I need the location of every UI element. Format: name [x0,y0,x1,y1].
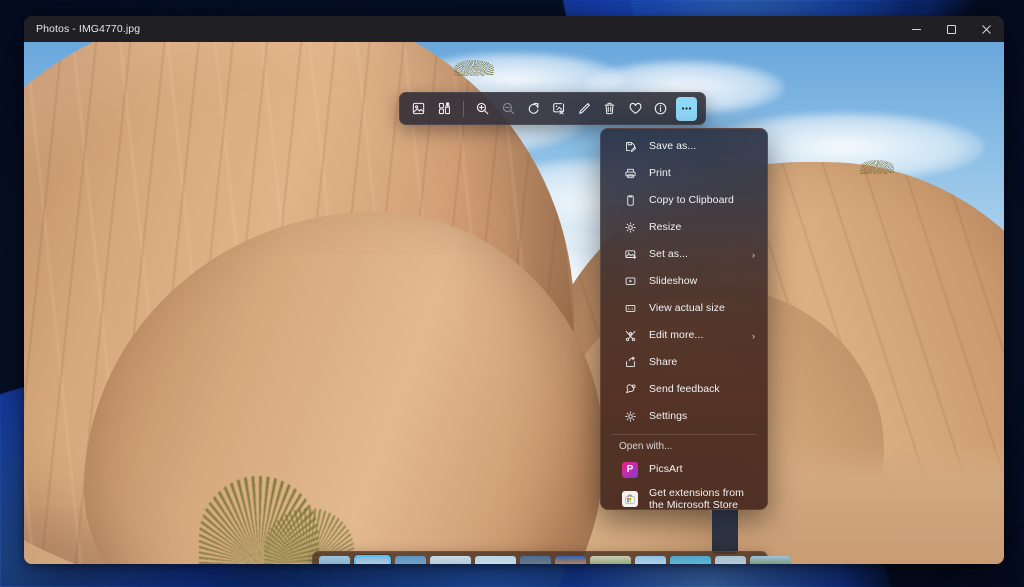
menu-item-label: PicsArt [649,463,683,476]
thumb-beach-sky[interactable] [715,556,746,564]
menu-item-send-feedback[interactable]: Send feedback [604,376,764,403]
thumb-green-cactus[interactable] [590,556,631,564]
menu-item-label: Slideshow [649,275,697,288]
more-options-menu: Save as... Print [600,128,768,510]
crop-icon[interactable] [548,97,569,121]
menu-item-label: Resize [649,221,681,234]
menu-item-settings[interactable]: Settings [604,403,764,430]
menu-item-set-as[interactable]: Set as... › [604,241,764,268]
thumb-sand-dune[interactable] [635,556,666,564]
actual-size-icon: 1:1 [622,301,638,317]
menu-item-label: Edit more... [649,329,703,342]
thumb-sunset-water[interactable] [520,556,551,564]
window-controls [899,16,1004,42]
svg-text:1:1: 1:1 [627,306,633,311]
pencil-icon[interactable] [574,97,595,121]
menu-item-get-extensions[interactable]: Get extensions from the Microsoft Store [604,483,764,510]
trash-icon[interactable] [599,97,620,121]
photo-canvas[interactable]: Save as... Print [24,42,1004,564]
thumb-desert-valley[interactable] [475,556,516,564]
shrub-on-rock [454,60,494,76]
desktop-background: Photos - IMG4770.jpg [0,0,1024,587]
menu-item-label: Share [649,356,677,369]
chevron-right-icon: › [752,250,755,260]
share-icon [622,355,638,371]
thumb-image [319,556,350,564]
chevron-right-icon: › [752,331,755,341]
zoom-in-icon[interactable] [472,97,493,121]
menu-item-edit-more[interactable]: Edit more... › [604,322,764,349]
zoom-out-icon[interactable] [497,97,518,121]
menu-item-view-actual-size[interactable]: 1:1 View actual size [604,295,764,322]
thumb-image [750,556,791,564]
menu-item-copy-to-clipboard[interactable]: Copy to Clipboard [604,187,764,214]
thumb-image [520,556,551,564]
thumb-image [555,556,586,564]
resize-icon [622,220,638,236]
thumb-orange-portrait[interactable] [555,556,586,564]
clipboard-icon [622,193,638,209]
photo-toolbar [399,92,706,125]
close-button[interactable] [969,16,1004,42]
thumb-image [356,557,389,564]
menu-item-slideshow[interactable]: Slideshow [604,268,764,295]
thumb-image [635,556,666,564]
thumb-image [475,556,516,564]
print-icon [622,166,638,182]
settings-icon [622,409,638,425]
thumbnail-filmstrip: 01:46 [312,551,768,564]
menu-item-label: View actual size [649,302,725,315]
set-as-icon [622,247,638,263]
thumb-harbor-video[interactable]: 01:46 [430,556,471,564]
shrub-on-rock-right [860,160,894,174]
thumb-image [715,556,746,564]
slideshow-icon [622,274,638,290]
thumb-joshua-tree[interactable] [750,556,791,564]
thumb-image [590,556,631,564]
minimize-button[interactable] [899,16,934,42]
info-icon[interactable] [650,97,671,121]
rotate-icon[interactable] [523,97,544,121]
menu-divider [611,434,757,435]
thumb-lake-shore[interactable] [319,556,350,564]
heart-icon[interactable] [625,97,646,121]
thumb-desert-rock[interactable] [354,555,391,564]
feedback-icon [622,382,638,398]
menu-item-picsart[interactable]: P PicsArt [604,456,764,483]
thumb-image [670,556,711,564]
thumb-lake-kayak[interactable] [395,556,426,564]
microsoft-store-icon [622,491,638,507]
image-icon[interactable] [408,97,429,121]
menu-item-label: Send feedback [649,383,720,396]
edit-more-icon [622,328,638,344]
open-with-header: Open with... [601,439,767,456]
menu-item-resize[interactable]: Resize [604,214,764,241]
picsart-icon: P [622,462,638,478]
title-bar[interactable]: Photos - IMG4770.jpg [24,16,1004,42]
menu-item-label: Copy to Clipboard [649,194,734,207]
photos-window: Photos - IMG4770.jpg [24,16,1004,564]
save-as-icon [622,139,638,155]
thumb-image [395,556,426,564]
toolbar-divider [463,101,464,117]
window-title: Photos - IMG4770.jpg [24,23,140,35]
menu-item-label: Settings [649,410,687,423]
ellipsis-icon[interactable] [676,97,697,121]
maximize-button[interactable] [934,16,969,42]
menu-item-save-as[interactable]: Save as... [604,133,764,160]
menu-item-label: Save as... [649,140,696,153]
collage-icon[interactable] [433,97,454,121]
thumb-image [430,556,471,564]
menu-item-label: Set as... [649,248,688,261]
menu-item-label: Print [649,167,671,180]
menu-item-share[interactable]: Share [604,349,764,376]
thumb-pool-swim[interactable] [670,556,711,564]
menu-item-print[interactable]: Print [604,160,764,187]
menu-item-label: Get extensions from the Microsoft Store [649,487,756,511]
